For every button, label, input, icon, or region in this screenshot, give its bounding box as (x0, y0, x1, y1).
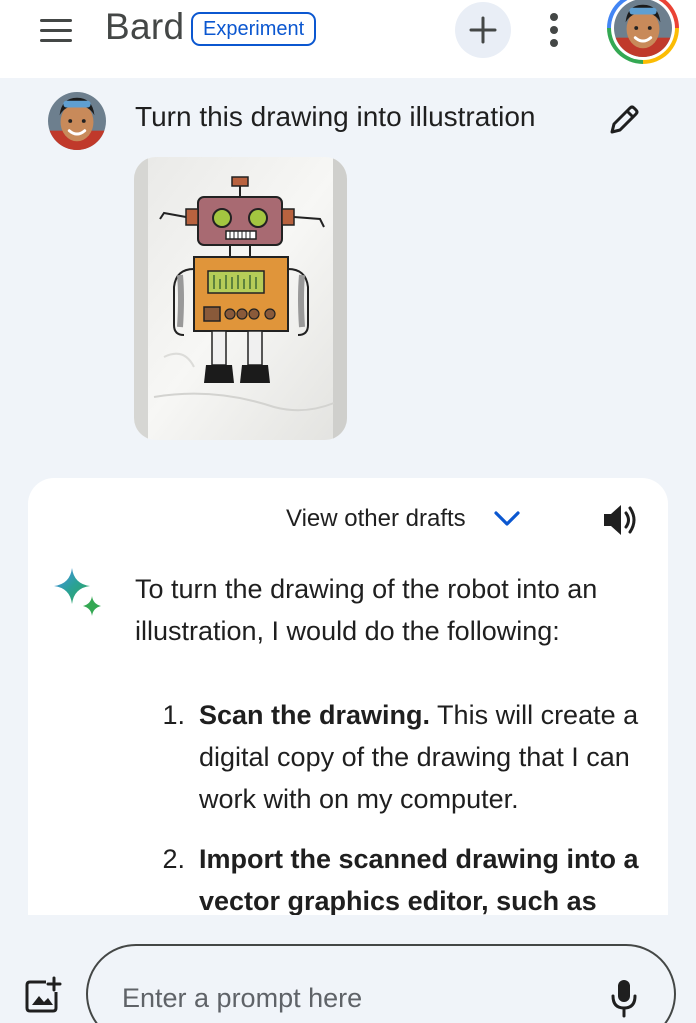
response-body: To turn the drawing of the robot into an… (135, 568, 655, 940)
list-item: 2. Import the scanned drawing into a vec… (135, 838, 655, 922)
listen-button[interactable] (600, 500, 640, 540)
top-app-bar: Bard Experiment (0, 0, 696, 78)
prompt-input-container (86, 944, 676, 1023)
account-avatar[interactable] (607, 0, 679, 64)
avatar-face-icon (614, 0, 672, 57)
speaker-icon (604, 505, 636, 535)
list-item: 1. Scan the drawing. This will create a … (135, 694, 655, 820)
add-image-button[interactable] (24, 976, 62, 1014)
user-avatar (48, 92, 106, 150)
more-options-button[interactable] (538, 6, 570, 54)
more-vert-icon (550, 13, 558, 47)
robot-drawing-image[interactable] (134, 157, 347, 440)
new-chat-button[interactable] (455, 2, 511, 58)
user-prompt-text: Turn this drawing into illustration (135, 101, 536, 132)
response-steps: 1. Scan the drawing. This will create a … (135, 694, 655, 922)
edit-prompt-button[interactable] (604, 100, 644, 140)
microphone-button[interactable] (607, 976, 641, 1020)
experiment-badge: Experiment (191, 12, 317, 46)
step-number: 1. (162, 700, 185, 730)
view-drafts-label: View other drafts (286, 505, 466, 532)
hamburger-menu-icon[interactable] (34, 14, 78, 46)
sparkle-icon (52, 566, 104, 618)
plus-icon (469, 16, 497, 44)
response-intro: To turn the drawing of the robot into an… (135, 574, 598, 646)
microphone-icon (611, 980, 637, 1018)
step-number: 2. (162, 844, 185, 874)
add-image-icon (25, 976, 62, 1013)
view-drafts-toggle[interactable]: View other drafts (286, 504, 522, 534)
app-title: Bard (105, 6, 185, 47)
chevron-down-icon (492, 504, 522, 534)
step-title: Import the scanned drawing into a vector… (199, 844, 639, 916)
avatar-face-icon (48, 92, 106, 150)
step-title: Scan the drawing. (199, 700, 431, 730)
pencil-icon (610, 105, 639, 134)
prompt-input[interactable] (122, 980, 592, 1016)
